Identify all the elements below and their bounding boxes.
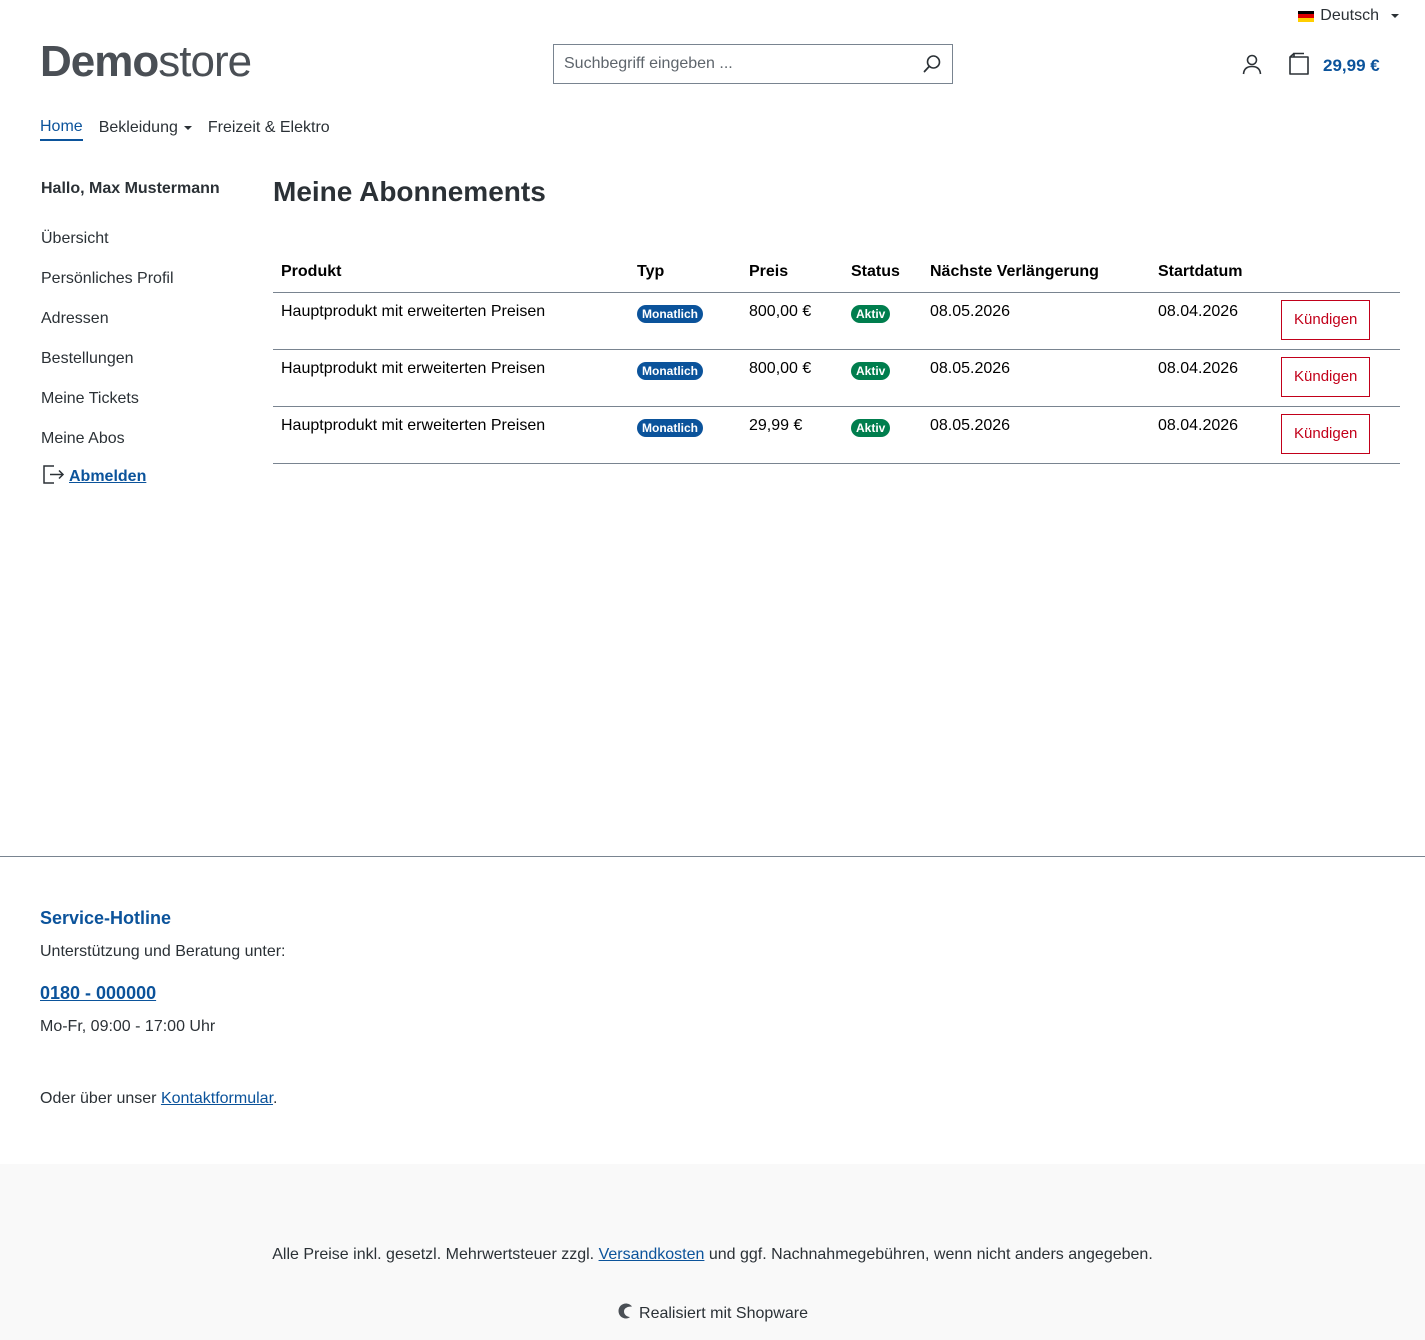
cell-status: Aktiv xyxy=(843,406,922,464)
sidebar-item-orders[interactable]: Bestellungen xyxy=(41,340,251,380)
cell-status: Aktiv xyxy=(843,292,922,350)
contact-line: Oder über unser Kontaktformular. xyxy=(40,1090,277,1108)
search-icon[interactable] xyxy=(912,45,952,83)
cell-product: Hauptprodukt mit erweiterten Preisen xyxy=(273,406,629,464)
search-bar xyxy=(553,44,953,84)
cell-price: 800,00 € xyxy=(741,292,843,350)
table-row: Hauptprodukt mit erweiterten Preisen Mon… xyxy=(273,349,1400,407)
powered-by-label: Realisiert mit Shopware xyxy=(639,1304,808,1322)
table-row: Hauptprodukt mit erweiterten Preisen Mon… xyxy=(273,292,1400,350)
sidebar-item-profile[interactable]: Persönliches Profil xyxy=(41,260,251,300)
logout-link[interactable]: Abmelden xyxy=(41,462,251,491)
account-sidebar: Hallo, Max Mustermann Übersicht Persönli… xyxy=(41,180,251,491)
status-badge: Aktiv xyxy=(851,361,891,380)
shopware-logo-icon xyxy=(617,1302,635,1325)
cell-start-date: 08.04.2026 xyxy=(1150,349,1273,407)
logo-light-text: store xyxy=(158,37,252,86)
footer-bottom: Alle Preise inkl. gesetzl. Mehrwertsteue… xyxy=(0,1164,1425,1340)
cell-type: Monatlich xyxy=(629,292,741,350)
cell-actions: Kündigen xyxy=(1273,292,1400,350)
cell-start-date: 08.04.2026 xyxy=(1150,406,1273,464)
shopping-bag-icon xyxy=(1287,50,1311,81)
cell-next-renewal: 08.05.2026 xyxy=(922,406,1150,464)
contact-form-link[interactable]: Kontaktformular xyxy=(161,1090,273,1107)
cell-next-renewal: 08.05.2026 xyxy=(922,292,1150,350)
search-input[interactable] xyxy=(554,45,912,83)
main-navigation: Home Bekleidung Freizeit & Elektro xyxy=(40,118,330,141)
sidebar-item-subscriptions[interactable]: Meine Abos xyxy=(41,420,251,460)
nav-item-freizeit-elektro[interactable]: Freizeit & Elektro xyxy=(208,118,330,141)
hotline-text: Unterstützung und Beratung unter: xyxy=(40,943,286,960)
vat-prefix: Alle Preise inkl. gesetzl. Mehrwertsteue… xyxy=(272,1246,599,1263)
powered-by[interactable]: Realisiert mit Shopware xyxy=(0,1302,1425,1325)
contact-prefix: Oder über unser xyxy=(40,1090,161,1107)
contact-suffix: . xyxy=(273,1090,278,1107)
chevron-down-icon xyxy=(183,126,192,130)
language-label: Deutsch xyxy=(1320,7,1379,24)
status-badge: Aktiv xyxy=(851,304,891,323)
cancel-subscription-button[interactable]: Kündigen xyxy=(1281,413,1371,454)
account-icon[interactable] xyxy=(1240,52,1264,76)
cell-status: Aktiv xyxy=(843,349,922,407)
cell-type: Monatlich xyxy=(629,406,741,464)
logout-icon xyxy=(41,462,65,491)
cell-actions: Kündigen xyxy=(1273,349,1400,407)
table-header-row: Produkt Typ Preis Status Nächste Verläng… xyxy=(273,252,1400,293)
footer-divider xyxy=(0,856,1425,857)
logout-label[interactable]: Abmelden xyxy=(69,468,146,486)
cell-price: 800,00 € xyxy=(741,349,843,407)
type-badge: Monatlich xyxy=(637,361,703,380)
shipping-costs-link[interactable]: Versandkosten xyxy=(599,1246,705,1263)
subscriptions-table: Produkt Typ Preis Status Nächste Verläng… xyxy=(273,252,1400,464)
language-selector[interactable]: Deutsch xyxy=(1298,7,1399,25)
status-badge: Aktiv xyxy=(851,418,891,437)
cell-product: Hauptprodukt mit erweiterten Preisen xyxy=(273,292,629,350)
nav-item-label: Home xyxy=(40,118,83,135)
cancel-subscription-button[interactable]: Kündigen xyxy=(1281,299,1371,340)
vat-notice: Alle Preise inkl. gesetzl. Mehrwertsteue… xyxy=(0,1246,1425,1264)
chevron-down-icon xyxy=(1391,14,1399,18)
column-header-type: Typ xyxy=(629,252,741,293)
german-flag-icon xyxy=(1298,10,1315,22)
column-header-product: Produkt xyxy=(273,252,629,293)
cancel-subscription-button[interactable]: Kündigen xyxy=(1281,356,1371,397)
hotline-title: Service-Hotline xyxy=(40,908,172,928)
account-greeting: Hallo, Max Mustermann xyxy=(41,180,220,197)
cell-type: Monatlich xyxy=(629,349,741,407)
column-header-actions xyxy=(1273,252,1400,293)
table-row: Hauptprodukt mit erweiterten Preisen Mon… xyxy=(273,406,1400,464)
column-header-start-date: Startdatum xyxy=(1150,252,1273,293)
nav-item-label: Bekleidung xyxy=(98,119,178,136)
nav-item-label: Freizeit & Elektro xyxy=(207,119,330,136)
nav-item-bekleidung[interactable]: Bekleidung xyxy=(99,118,192,141)
sidebar-item-tickets[interactable]: Meine Tickets xyxy=(41,380,251,420)
cell-product: Hauptprodukt mit erweiterten Preisen xyxy=(273,349,629,407)
type-badge: Monatlich xyxy=(637,418,703,437)
column-header-status: Status xyxy=(843,252,922,293)
hotline-phone-link[interactable]: 0180 - 000000 xyxy=(40,983,156,1004)
hotline-hours: Mo-Fr, 09:00 - 17:00 Uhr xyxy=(40,1018,216,1035)
cell-start-date: 08.04.2026 xyxy=(1150,292,1273,350)
cell-next-renewal: 08.05.2026 xyxy=(922,349,1150,407)
page-title: Meine Abonnements xyxy=(273,176,546,207)
cell-actions: Kündigen xyxy=(1273,406,1400,464)
column-header-price: Preis xyxy=(741,252,843,293)
sidebar-item-overview[interactable]: Übersicht xyxy=(41,220,251,260)
logo-bold-text: Demo xyxy=(40,37,159,86)
store-logo[interactable]: Demostore xyxy=(40,37,252,87)
nav-item-home[interactable]: Home xyxy=(40,118,83,141)
type-badge: Monatlich xyxy=(637,304,703,323)
sidebar-item-addresses[interactable]: Adressen xyxy=(41,300,251,340)
cart-total: 29,99 € xyxy=(1323,55,1380,75)
cart-button[interactable]: 29,99 € xyxy=(1287,50,1380,81)
vat-suffix: und ggf. Nachnahmegebühren, wenn nicht a… xyxy=(704,1246,1153,1263)
cell-price: 29,99 € xyxy=(741,406,843,464)
column-header-next-renewal: Nächste Verlängerung xyxy=(922,252,1150,293)
